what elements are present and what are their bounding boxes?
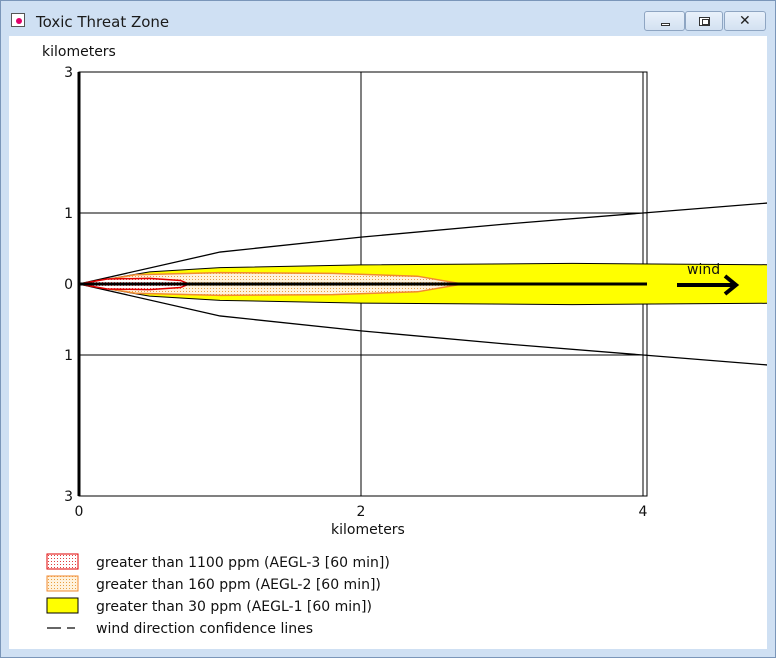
legend-swatch-aegl2 <box>46 575 79 592</box>
wind-label: wind <box>687 262 720 278</box>
maximize-icon <box>699 17 710 26</box>
chart-area: kilometers kilometers 0246831013 wind gr… <box>9 36 767 649</box>
y-tick-label: 1 <box>64 206 73 222</box>
legend-swatch-aegl1 <box>46 597 79 614</box>
threat-zone-window: Toxic Threat Zone ✕ kilometers kilometer… <box>0 0 776 658</box>
x-tick-label: 2 <box>357 504 366 520</box>
legend-label: wind direction confidence lines <box>96 621 313 637</box>
legend-swatch-aegl3 <box>46 553 79 570</box>
minimize-button[interactable] <box>644 11 685 31</box>
maximize-button[interactable] <box>685 11 723 31</box>
legend-label: greater than 160 ppm (AEGL-2 [60 min]) <box>96 577 381 593</box>
legend-label: greater than 30 ppm (AEGL-1 [60 min]) <box>96 599 372 615</box>
y-tick-label: 3 <box>64 65 73 81</box>
x-tick-label: 4 <box>639 504 648 520</box>
threat-zone-app-icon <box>11 13 25 27</box>
y-axis-label: kilometers <box>42 44 116 60</box>
legend: greater than 1100 ppm (AEGL-3 [60 min]) g… <box>46 553 390 637</box>
y-tick-label: 3 <box>64 489 73 505</box>
legend-label: greater than 1100 ppm (AEGL-3 [60 min]) <box>96 555 390 571</box>
window-title: Toxic Threat Zone <box>36 13 170 31</box>
y-tick-label: 1 <box>64 348 73 364</box>
axes <box>77 72 647 496</box>
close-button[interactable]: ✕ <box>724 11 766 31</box>
y-tick-label: 0 <box>64 277 73 293</box>
minimize-icon <box>661 23 670 26</box>
threat-zone-chart: kilometers kilometers 0246831013 wind gr… <box>42 44 767 637</box>
x-tick-label: 0 <box>75 504 84 520</box>
title-bar[interactable]: Toxic Threat Zone ✕ <box>1 1 775 35</box>
x-axis-label: kilometers <box>331 522 405 538</box>
close-icon: ✕ <box>739 13 751 29</box>
